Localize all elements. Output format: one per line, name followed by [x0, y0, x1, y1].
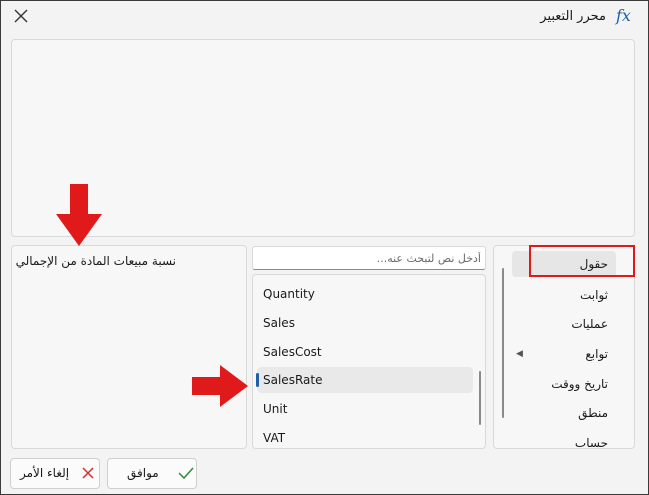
list-item-label: Quantity — [263, 287, 315, 301]
category-label: عمليات — [571, 317, 608, 331]
expand-arrow-icon[interactable]: ◀ — [516, 349, 523, 359]
annotation-highlight-box — [529, 245, 635, 277]
category-item-datetime[interactable]: تاريخ ووقت — [516, 371, 634, 397]
check-icon — [178, 467, 194, 480]
category-item-functions[interactable]: توابع ◀ — [516, 341, 634, 367]
cancel-button-label: إلغاء الأمر — [20, 466, 70, 480]
expression-editor-dialog: محرر التعبير fx نسبة مبيعات المادة من ال… — [0, 0, 649, 495]
category-label: حساب — [574, 436, 608, 449]
category-item-logic[interactable]: منطق — [516, 400, 634, 426]
list-item-label: SalesRate — [263, 373, 323, 387]
fields-scrollbar[interactable] — [479, 371, 481, 425]
list-item-quantity[interactable]: Quantity — [257, 281, 473, 307]
list-item-unit[interactable]: Unit — [257, 396, 473, 422]
categories-scrollbar[interactable] — [502, 268, 504, 418]
category-label: تاريخ ووقت — [551, 377, 608, 391]
search-field[interactable] — [252, 246, 486, 270]
close-icon[interactable] — [13, 8, 29, 24]
list-item-salescost[interactable]: SalesCost — [257, 339, 473, 365]
category-label: توابع — [585, 347, 608, 361]
list-item-label: Unit — [263, 402, 288, 416]
category-item-math[interactable]: حساب — [516, 430, 634, 449]
list-item-vat[interactable]: VAT — [257, 425, 473, 448]
list-item-sales[interactable]: Sales — [257, 310, 473, 336]
list-item-salesrate[interactable]: SalesRate — [256, 367, 473, 393]
annotation-right-arrow-icon — [192, 365, 248, 407]
list-item-label: Sales — [263, 316, 295, 330]
fields-list: Quantity Sales SalesCost SalesRate Unit … — [252, 274, 486, 449]
title-bar: محرر التعبير fx — [1, 1, 648, 33]
ok-button-label: موافق — [127, 466, 159, 480]
expression-textarea[interactable] — [11, 39, 635, 237]
list-item-label: VAT — [263, 431, 286, 445]
fx-icon: fx — [616, 6, 631, 25]
category-label: منطق — [578, 406, 608, 420]
cancel-button[interactable]: إلغاء الأمر — [10, 458, 100, 489]
close-x-icon — [82, 467, 94, 479]
category-item-operations[interactable]: عمليات — [516, 311, 634, 337]
description-panel: نسبة مبيعات المادة من الإجمالي — [11, 245, 247, 449]
selection-indicator — [256, 373, 259, 387]
dialog-title: محرر التعبير — [540, 9, 606, 24]
ok-button[interactable]: موافق — [107, 458, 197, 489]
list-item-label: SalesCost — [263, 345, 322, 359]
category-label: ثوابت — [580, 288, 608, 302]
annotation-down-arrow-icon — [56, 184, 102, 246]
description-text: نسبة مبيعات المادة من الإجمالي — [15, 254, 176, 268]
search-input[interactable] — [257, 249, 483, 267]
category-item-constants[interactable]: ثوابت — [516, 282, 634, 308]
